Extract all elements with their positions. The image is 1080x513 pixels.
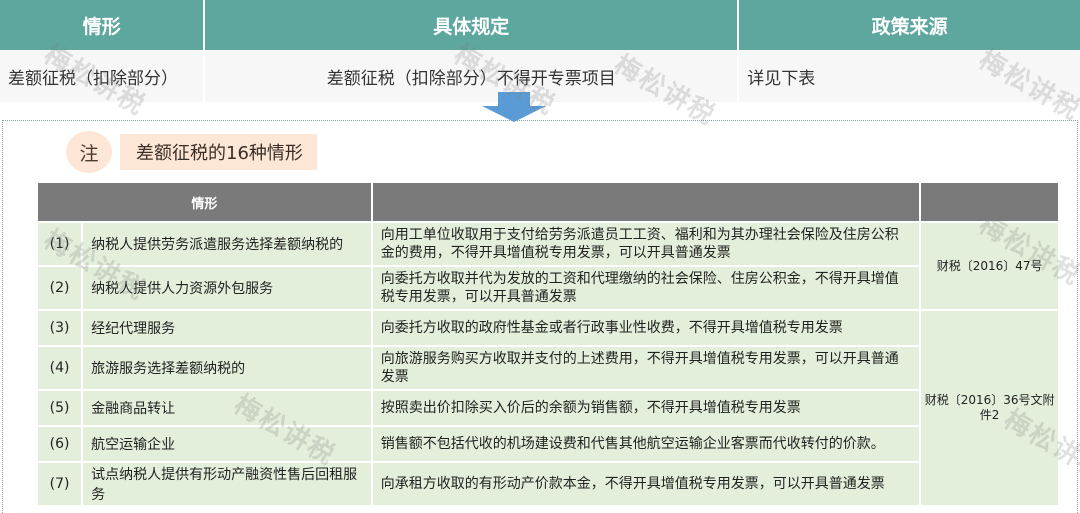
summary-situation: 差额征税（扣除部分） xyxy=(0,50,206,102)
summary-source: 详见下表 xyxy=(747,68,816,89)
summary-rule: 差额征税（扣除部分）不得开专票项目 xyxy=(205,50,740,102)
row-case: 经纪代理服务 xyxy=(81,309,373,347)
row-source: 财税〔2016〕36号文附件2 xyxy=(919,309,1060,507)
row-rule: 销售额不包括代收的机场建设费和代售其他航空运输企业客票而代收转付的价款。 xyxy=(370,425,922,463)
row-number: (2) xyxy=(35,265,84,311)
cases-header-source xyxy=(919,181,1060,223)
row-source: 财税〔2016〕47号 xyxy=(919,221,1060,311)
cases-header-rule xyxy=(370,181,922,223)
row-case: 旅游服务选择差额纳税的 xyxy=(81,345,373,391)
policy-summary-table: 情形 具体规定 政策来源 差额征税（扣除部分） 差额征税（扣除部分）不得开专票项… xyxy=(0,0,1080,102)
row-rule: 向委托方收取并代为发放的工资和代理缴纳的社会保险、住房公积金，不得开具增值税专用… xyxy=(370,265,922,311)
table-row: (1) 纳税人提供劳务派遣服务选择差额纳税的 向用工单位收取用于支付给劳务派遣员… xyxy=(35,221,1060,311)
row-rule: 向承租方收取的有形动产价款本金，不得开具增值税专用发票，可以开具普通发票 xyxy=(370,461,922,507)
row-case: 纳税人提供人力资源外包服务 xyxy=(81,265,373,311)
row-case: 试点纳税人提供有形动产融资性售后回租服务 xyxy=(81,461,373,507)
row-number: (5) xyxy=(35,389,84,427)
row-rule: 向用工单位收取用于支付给劳务派遣员工工资、福利和为其办理社会保险及住房公积金的费… xyxy=(370,221,922,267)
row-number: (6) xyxy=(35,425,84,463)
row-number: (4) xyxy=(35,345,84,391)
table-row: (6) 航空运输企业 销售额不包括代收的机场建设费和代售其他航空运输企业客票而代… xyxy=(35,425,1059,463)
row-case: 金融商品转让 xyxy=(81,389,373,427)
table-row: (3) 经纪代理服务 向委托方收取的政府性基金或者行政事业性收费，不得开具增值税… xyxy=(35,309,1060,507)
row-number: (1) xyxy=(35,221,84,267)
header-policy-source: 政策来源 xyxy=(871,15,948,38)
cases-table: 情形 (1) 纳税人提供劳务派遣服务选择差额纳税的 向用工单位收取用于支付给劳务… xyxy=(35,181,1060,507)
row-rule: 向委托方收取的政府性基金或者行政事业性收费，不得开具增值税专用发票 xyxy=(370,309,922,347)
header-situation: 情形 xyxy=(0,0,206,50)
summary-header-row: 情形 具体规定 政策来源 xyxy=(0,0,1080,50)
cases-header-situation: 情形 xyxy=(36,181,373,223)
row-case: 纳税人提供劳务派遣服务选择差额纳税的 xyxy=(81,221,373,267)
down-arrow-icon xyxy=(482,92,546,122)
row-rule: 向旅游服务购买方收取并支付的上述费用，不得开具增值税专用发票，可以开具普通发票 xyxy=(370,345,922,391)
header-specific-rule: 具体规定 xyxy=(205,0,740,50)
row-case: 航空运输企业 xyxy=(81,425,373,463)
note-heading: 注 差额征税的16种情形 xyxy=(66,131,317,173)
table-row: (2) 纳税人提供人力资源外包服务 向委托方收取并代为发放的工资和代理缴纳的社会… xyxy=(35,265,1059,311)
note-marker: 注 xyxy=(66,131,112,173)
row-rule: 按照卖出价扣除买入价后的余额为销售额，不得开具增值税专用发票 xyxy=(370,389,922,427)
row-number: (7) xyxy=(35,461,84,507)
cases-header-row: 情形 xyxy=(36,181,1060,223)
row-number: (3) xyxy=(35,309,84,347)
table-row: (4) 旅游服务选择差额纳税的 向旅游服务购买方收取并支付的上述费用，不得开具增… xyxy=(35,345,1059,391)
note-title: 差额征税的16种情形 xyxy=(120,134,317,170)
table-row: (7) 试点纳税人提供有形动产融资性售后回租服务 向承租方收取的有形动产价款本金… xyxy=(35,461,1059,507)
table-row: (5) 金融商品转让 按照卖出价扣除买入价后的余额为销售额，不得开具增值税专用发… xyxy=(35,389,1059,427)
